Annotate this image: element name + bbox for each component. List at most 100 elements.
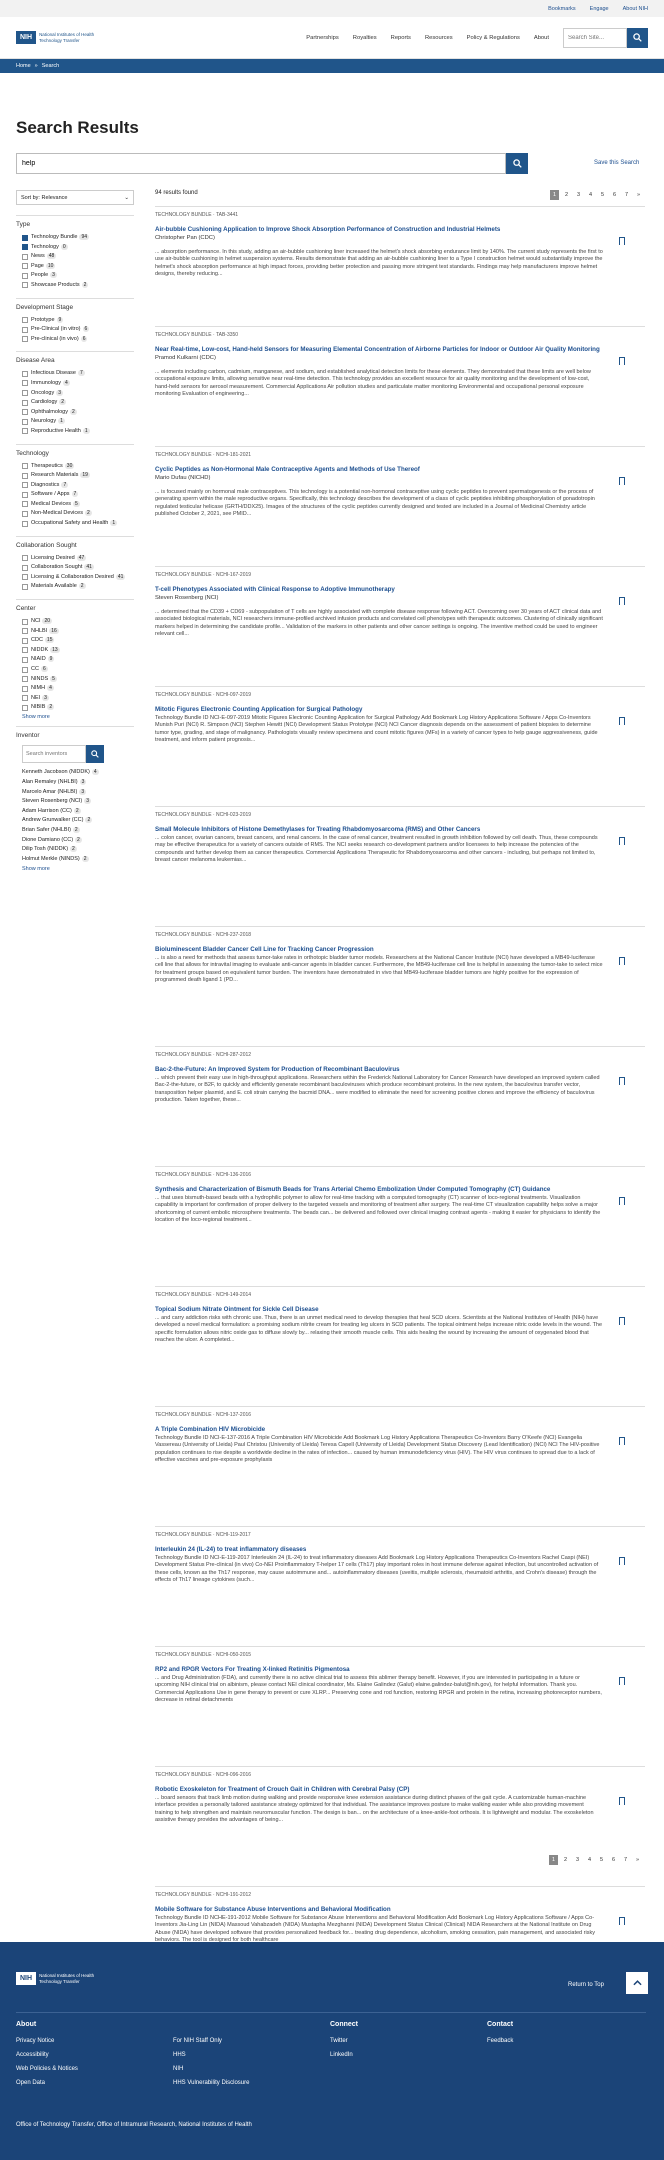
checkbox[interactable] (22, 463, 28, 469)
checkbox[interactable] (22, 501, 28, 508)
result-title-link[interactable]: Synthesis and Characterization of Bismut… (155, 1186, 550, 1193)
result-title-link[interactable]: Robotic Exoskeleton for Treatment of Cro… (155, 1786, 409, 1793)
result-title-link[interactable]: Cyclic Peptides as Non-Hormonal Male Con… (155, 466, 420, 473)
site-search-input[interactable] (563, 27, 627, 48)
facet-option-infectious-disease[interactable]: Infectious Disease 7 (16, 370, 134, 377)
result-title-link[interactable]: Mitotic Figures Electronic Counting Appl… (155, 706, 362, 713)
pagination-page-4[interactable]: 4 (586, 190, 595, 200)
facet-option-oncology[interactable]: Oncology 3 (16, 389, 134, 397)
facet-option-collaboration-sought[interactable]: Collaboration Sought 41 (16, 564, 134, 571)
facet-option-technology-bundle[interactable]: Technology Bundle 94 (16, 234, 134, 241)
facet-option-software-apps[interactable]: Software / Apps 7 (16, 491, 134, 498)
facet-option-page[interactable]: Page 10 (16, 262, 134, 270)
footer-link-nih[interactable]: NIH (173, 2062, 330, 2076)
facet-option-pre-clinical-in-vitro[interactable]: Pre-Clinical (in vitro) 6 (16, 326, 134, 333)
checkbox[interactable] (22, 628, 28, 635)
result-title-link[interactable]: T-cell Phenotypes Associated with Clinic… (155, 586, 395, 593)
facet-option-licensing-collaboration-desired[interactable]: Licensing & Collaboration Desired 41 (16, 573, 134, 581)
result-inventor[interactable]: Steven Rosenberg (NCI) (155, 595, 645, 601)
footer-link-hhs-vulnerability-disclosure[interactable]: HHS Vulnerability Disclosure (173, 2076, 330, 2090)
footer-link-hhs[interactable]: HHS (173, 2048, 330, 2062)
checkbox[interactable] (22, 272, 28, 279)
footer-logo[interactable]: NIH National Institutes of Health Techno… (16, 1972, 94, 1985)
bookmark-icon[interactable] (619, 837, 625, 845)
bookmark-icon[interactable] (619, 1557, 625, 1565)
search-input[interactable] (16, 153, 506, 174)
result-title-link[interactable]: A Triple Combination HIV Microbicide (155, 1426, 265, 1433)
checkbox[interactable] (22, 520, 28, 527)
footer-link-accessibility[interactable]: Accessibility (16, 2048, 173, 2062)
facet-option-andrew-grunwalker-cc[interactable]: Andrew Grunwalker (CC) 2 (16, 817, 134, 824)
facet-option-cc[interactable]: CC 6 (16, 666, 134, 673)
facet-option-nei[interactable]: NEI 3 (16, 694, 134, 702)
facet-option-nci[interactable]: NCI 20 (16, 618, 134, 625)
footer-link-linkedin[interactable]: LinkedIn (330, 2048, 487, 2062)
result-inventor[interactable]: Pramod Kulkarni (CDC) (155, 355, 645, 361)
facet-option-licensing-desired[interactable]: Licensing Desired 47 (16, 554, 134, 562)
checkbox[interactable] (22, 685, 28, 692)
bookmark-icon[interactable] (619, 597, 625, 605)
bookmark-icon[interactable] (619, 1917, 625, 1925)
checkbox[interactable] (22, 676, 28, 683)
facet-option-people[interactable]: People 3 (16, 272, 134, 279)
utility-link-bookmarks[interactable]: Bookmarks (548, 6, 576, 12)
result-title-link[interactable]: Bioluminescent Bladder Cancer Cell Line … (155, 946, 374, 953)
pagination-next[interactable]: » (634, 190, 643, 200)
facet-option-non-medical-devices[interactable]: Non-Medical Devices 2 (16, 510, 134, 517)
site-search-button[interactable] (627, 27, 648, 48)
utility-link-about-nih[interactable]: About NIH (623, 6, 648, 12)
site-logo[interactable]: NIH National Institutes of Health Techno… (16, 31, 94, 44)
footer-link-for-nih-staff-only[interactable]: For NIH Staff Only (173, 2034, 330, 2048)
facet-option-prototype[interactable]: Prototype 9 (16, 316, 134, 324)
nav-royalties[interactable]: Royalties (353, 35, 377, 41)
facet-option-neurology[interactable]: Neurology 1 (16, 418, 134, 425)
checkbox[interactable] (22, 253, 28, 260)
checkbox[interactable] (22, 564, 28, 571)
bookmark-icon[interactable] (619, 1317, 625, 1325)
checkbox[interactable] (22, 380, 28, 387)
facet-option-technology[interactable]: Technology 0 (16, 243, 134, 251)
checkbox[interactable] (22, 234, 28, 241)
bookmark-icon[interactable] (619, 357, 625, 365)
nav-about[interactable]: About (534, 35, 549, 41)
facet-option-adam-harrison-cc[interactable]: Adam Harrison (CC) 2 (16, 807, 134, 815)
nav-reports[interactable]: Reports (391, 35, 411, 41)
result-title-link[interactable]: RP2 and RPGR Vectors For Treating X-link… (155, 1666, 350, 1673)
footer-link-privacy-notice[interactable]: Privacy Notice (16, 2034, 173, 2048)
pagination-page-6[interactable]: 6 (610, 190, 619, 200)
facet-option-brian-safer-nhlbi[interactable]: Brian Safer (NHLBI) 2 (16, 826, 134, 834)
checkbox[interactable] (22, 666, 28, 673)
result-inventor[interactable]: Mario Dufau (NICHD) (155, 475, 645, 481)
checkbox[interactable] (22, 704, 28, 711)
checkbox[interactable] (22, 491, 28, 498)
checkbox[interactable] (22, 418, 28, 425)
checkbox[interactable] (22, 472, 28, 479)
footer-link-feedback[interactable]: Feedback (487, 2034, 644, 2048)
result-inventor[interactable]: Christopher Pan (CDC) (155, 235, 645, 241)
nav-resources[interactable]: Resources (425, 35, 453, 41)
facet-option-ninds[interactable]: NINDS 5 (16, 675, 134, 683)
checkbox[interactable] (22, 336, 28, 343)
pagination-page-3[interactable]: 3 (574, 190, 583, 200)
facet-option-nibib[interactable]: NIBIB 2 (16, 704, 134, 711)
bookmark-icon[interactable] (619, 237, 625, 245)
facet-option-news[interactable]: News 48 (16, 253, 134, 260)
pagination-page-5[interactable]: 5 (598, 190, 607, 200)
bookmark-icon[interactable] (619, 717, 625, 725)
result-title-link[interactable]: Mobile Software for Substance Abuse Inte… (155, 1906, 391, 1913)
result-title-link[interactable]: Small Molecule Inhibitors of Histone Dem… (155, 826, 480, 833)
pagination-page-3[interactable]: 3 (573, 1855, 582, 1865)
result-title-link[interactable]: Air-bubble Cushioning Application to Imp… (155, 226, 500, 233)
facet-option-niaid[interactable]: NIAID 9 (16, 656, 134, 663)
bookmark-icon[interactable] (619, 1077, 625, 1085)
facet-option-pre-clinical-in-vivo[interactable]: Pre-clinical (in vivo) 6 (16, 335, 134, 343)
checkbox[interactable] (22, 263, 28, 270)
facet-option-medical-devices[interactable]: Medical Devices 5 (16, 500, 134, 508)
checkbox[interactable] (22, 647, 28, 654)
checkbox[interactable] (22, 428, 28, 435)
bookmark-icon[interactable] (619, 1677, 625, 1685)
pagination-next[interactable]: » (633, 1855, 642, 1865)
checkbox[interactable] (22, 510, 28, 517)
checkbox[interactable] (22, 574, 28, 581)
utility-link-engage[interactable]: Engage (590, 6, 609, 12)
